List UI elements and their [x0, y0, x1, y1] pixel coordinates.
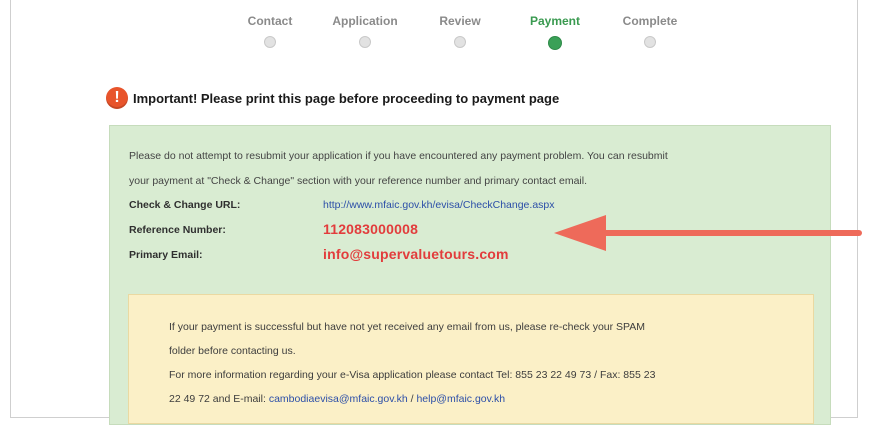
step-label: Application: [332, 14, 398, 28]
check-change-label: Check & Change URL:: [129, 199, 241, 211]
step-application: Application: [320, 14, 410, 48]
step-contact: Contact: [225, 14, 315, 48]
step-label: Payment: [529, 14, 581, 28]
contact-line4-prefix: 22 49 72 and E-mail:: [169, 393, 266, 405]
step-complete: Complete: [605, 14, 695, 48]
step-label: Contact: [247, 14, 293, 28]
primary-email-value: info@supervaluetours.com: [323, 246, 509, 262]
page-frame: Contact Application Review Payment Compl…: [10, 0, 862, 425]
progress-steps: Contact Application Review Payment Compl…: [225, 14, 685, 54]
contact-info-panel: If your payment is successful but have n…: [128, 294, 814, 424]
check-change-link[interactable]: http://www.mfaic.gov.kh/evisa/CheckChang…: [323, 199, 555, 211]
step-label: Complete: [622, 14, 678, 28]
step-label: Review: [439, 14, 481, 28]
step-dot-active: [548, 36, 562, 50]
help-email-link[interactable]: help@mfaic.gov.kh: [416, 393, 505, 405]
step-dot: [454, 36, 466, 48]
exclamation-icon: !: [106, 87, 128, 109]
reference-number-label: Reference Number:: [129, 224, 226, 236]
step-dot: [644, 36, 656, 48]
step-review: Review: [415, 14, 505, 48]
contact-line4: 22 49 72 and E-mail: cambodiaevisa@mfaic…: [169, 393, 505, 405]
notice-text: Important! Please print this page before…: [133, 90, 560, 106]
arrow-pointer-icon: [554, 215, 862, 251]
cambodiaevisa-email-link[interactable]: cambodiaevisa@mfaic.gov.kh: [269, 393, 408, 405]
print-notice: ! Important! Please print this page befo…: [106, 85, 559, 111]
contact-line2: folder before contacting us.: [169, 345, 296, 357]
contact-line3: For more information regarding your e-Vi…: [169, 369, 656, 381]
reference-number-value: 112083000008: [323, 221, 419, 237]
info-paragraph-line2: your payment at "Check & Change" section…: [129, 175, 588, 187]
info-paragraph-line1: Please do not attempt to resubmit your a…: [129, 150, 668, 162]
step-dot: [359, 36, 371, 48]
contact-line1: If your payment is successful but have n…: [169, 321, 646, 333]
step-dot: [264, 36, 276, 48]
step-payment: Payment: [510, 14, 600, 50]
primary-email-label: Primary Email:: [129, 249, 203, 261]
